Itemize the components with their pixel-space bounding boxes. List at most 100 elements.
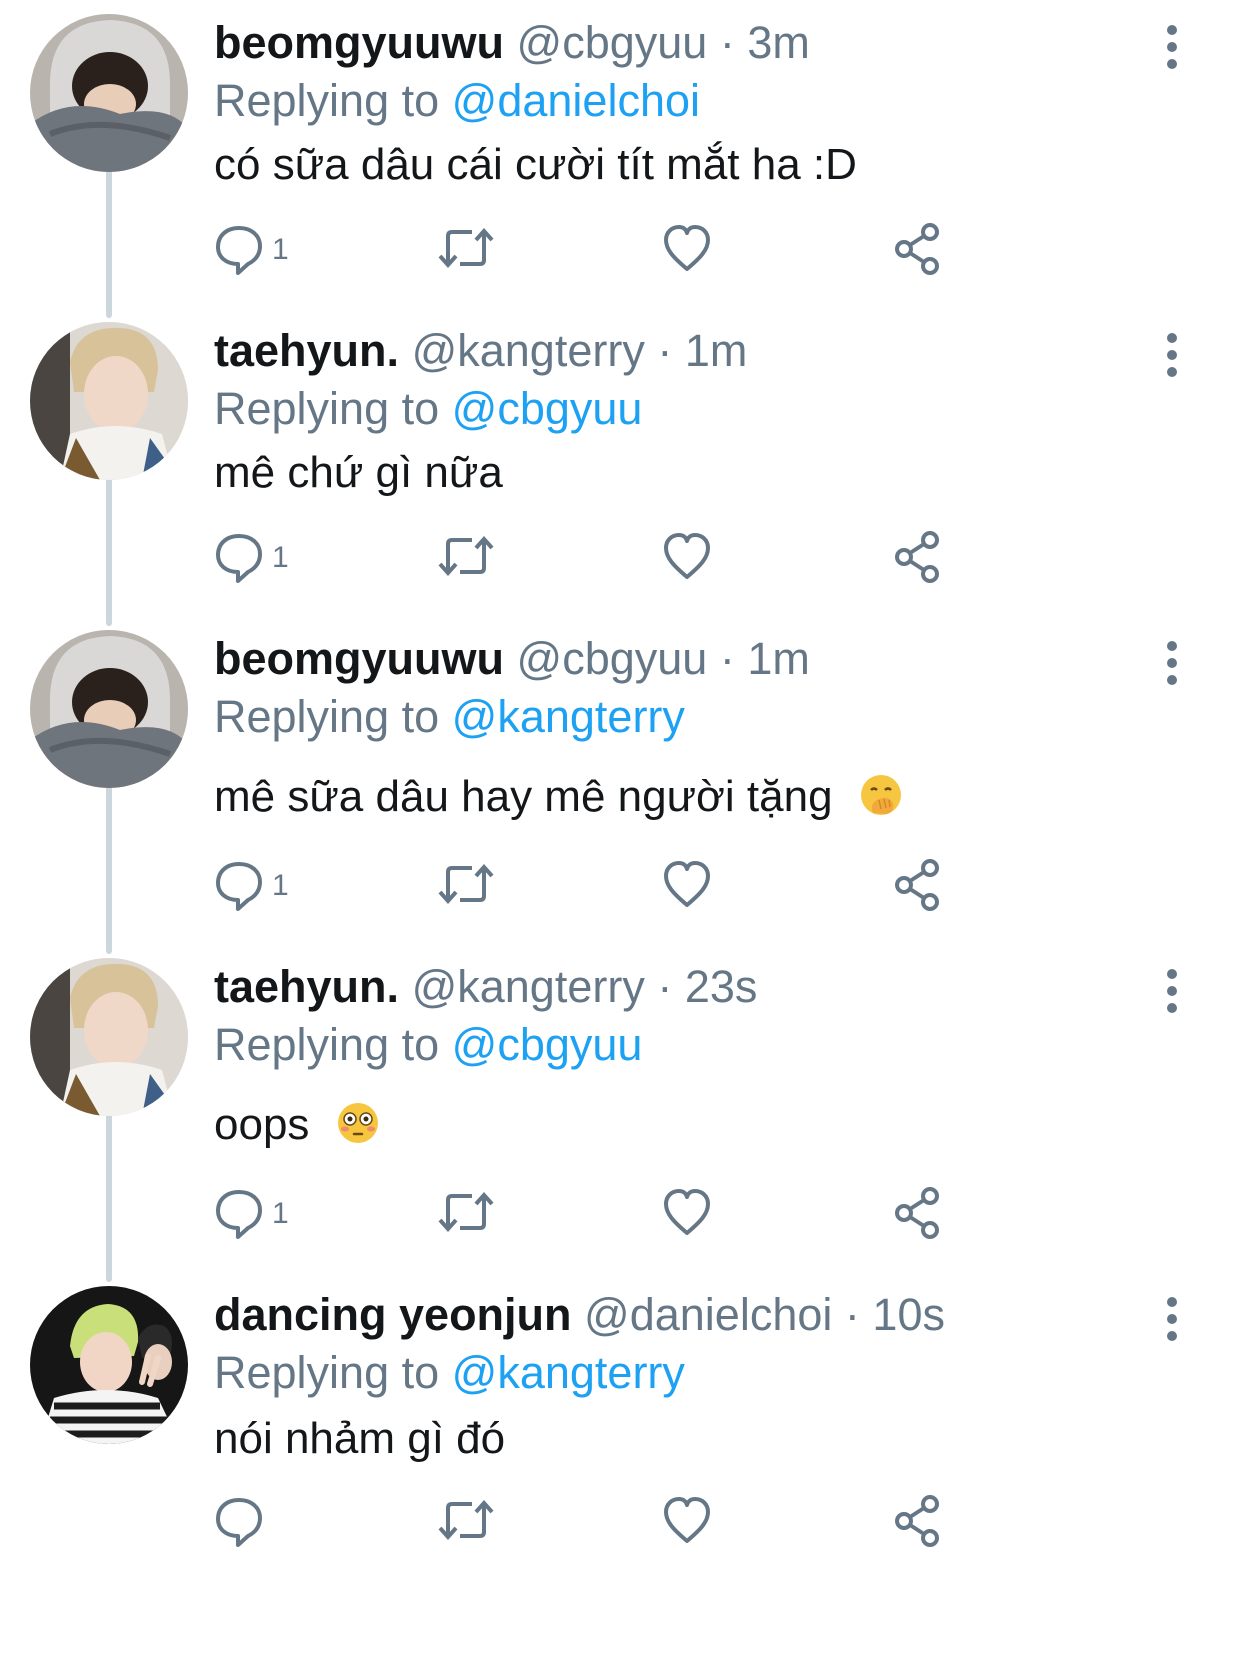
more-options-button[interactable] xyxy=(1158,1294,1186,1344)
tweet[interactable]: beomgyuuwu @cbgyuu · 1m Replying to @kan… xyxy=(0,616,1242,954)
tweet-text: oops xyxy=(214,1096,380,1154)
avatar[interactable] xyxy=(30,322,188,480)
replying-to: Replying to @cbgyuu xyxy=(214,380,642,438)
heart-icon xyxy=(664,861,710,907)
tweet-header: taehyun. @kangterry · 23s xyxy=(214,958,757,1016)
tweet-actions: 1 xyxy=(214,1184,1014,1244)
reply-button[interactable]: 1 xyxy=(214,856,289,916)
display-name[interactable]: beomgyuuwu xyxy=(214,17,504,68)
user-handle[interactable]: @danielchoi xyxy=(584,1289,832,1340)
replying-to: Replying to @danielchoi xyxy=(214,72,700,130)
share-button[interactable] xyxy=(892,856,942,916)
mention-link[interactable]: @cbgyuu xyxy=(452,383,643,434)
reply-button[interactable]: 1 xyxy=(214,220,289,280)
tweet[interactable]: taehyun. @kangterry · 23s Replying to @c… xyxy=(0,944,1242,1282)
retweet-icon xyxy=(438,535,494,577)
mention-link[interactable]: @cbgyuu xyxy=(452,1019,643,1070)
share-button[interactable] xyxy=(892,220,942,280)
separator-dot: · xyxy=(657,325,673,376)
tweet-actions: 1 xyxy=(214,528,1014,588)
like-button[interactable] xyxy=(662,528,712,588)
user-handle[interactable]: @kangterry xyxy=(412,961,645,1012)
user-handle[interactable]: @cbgyuu xyxy=(517,17,708,68)
display-name[interactable]: dancing yeonjun xyxy=(214,1289,572,1340)
retweet-icon xyxy=(438,1191,494,1233)
replying-to-label: Replying to xyxy=(214,691,440,742)
share-icon xyxy=(895,531,939,583)
share-icon xyxy=(895,223,939,275)
reply-icon xyxy=(216,1498,262,1547)
tweet[interactable]: beomgyuuwu @cbgyuu · 3m Replying to @dan… xyxy=(0,0,1242,318)
reply-button[interactable]: 1 xyxy=(214,1184,289,1244)
tweet-text-content: mê chứ gì nữa xyxy=(214,448,503,497)
like-button[interactable] xyxy=(662,1184,712,1244)
more-vertical-icon xyxy=(1167,25,1177,69)
retweet-button[interactable] xyxy=(436,856,496,916)
share-icon xyxy=(895,1495,939,1547)
timestamp[interactable]: 1m xyxy=(685,325,748,376)
mention-link[interactable]: @danielchoi xyxy=(452,75,700,126)
reply-button[interactable] xyxy=(214,1492,264,1552)
timestamp[interactable]: 23s xyxy=(685,961,758,1012)
reply-count: 1 xyxy=(272,869,289,902)
more-options-button[interactable] xyxy=(1158,22,1186,72)
like-button[interactable] xyxy=(662,1492,712,1552)
mention-link[interactable]: @kangterry xyxy=(452,1347,685,1398)
replying-to: Replying to @cbgyuu xyxy=(214,1016,642,1074)
retweet-button[interactable] xyxy=(436,1184,496,1244)
hand-over-mouth-emoji xyxy=(860,775,901,815)
more-vertical-icon xyxy=(1167,1297,1177,1341)
user-handle[interactable]: @kangterry xyxy=(412,325,645,376)
tweet-text: mê chứ gì nữa xyxy=(214,444,503,502)
mention-link[interactable]: @kangterry xyxy=(452,691,685,742)
tweet-actions: 1 xyxy=(214,856,1014,916)
more-options-button[interactable] xyxy=(1158,966,1186,1016)
more-options-button[interactable] xyxy=(1158,638,1186,688)
share-button[interactable] xyxy=(892,1184,942,1244)
avatar[interactable] xyxy=(30,1286,188,1444)
timestamp[interactable]: 3m xyxy=(747,17,810,68)
tweet-text: nói nhảm gì đó xyxy=(214,1410,505,1468)
avatar[interactable] xyxy=(30,630,188,788)
display-name[interactable]: taehyun. xyxy=(214,325,399,376)
avatar[interactable] xyxy=(30,14,188,172)
retweet-button[interactable] xyxy=(436,528,496,588)
more-options-button[interactable] xyxy=(1158,330,1186,380)
tweet-actions xyxy=(214,1492,1014,1552)
more-vertical-icon xyxy=(1167,641,1177,685)
share-button[interactable] xyxy=(892,528,942,588)
heart-icon xyxy=(664,1189,710,1235)
tweet-header: beomgyuuwu @cbgyuu · 1m xyxy=(214,630,810,688)
heart-icon xyxy=(664,533,710,579)
retweet-icon xyxy=(438,863,494,905)
user-handle[interactable]: @cbgyuu xyxy=(517,633,708,684)
reply-icon xyxy=(216,534,262,583)
reply-count: 1 xyxy=(272,233,289,266)
retweet-button[interactable] xyxy=(436,1492,496,1552)
avatar[interactable] xyxy=(30,958,188,1116)
flushed-face-emoji xyxy=(337,1103,378,1143)
more-vertical-icon xyxy=(1167,333,1177,377)
more-vertical-icon xyxy=(1167,969,1177,1013)
replying-to-label: Replying to xyxy=(214,1347,440,1398)
timestamp[interactable]: 10s xyxy=(872,1289,945,1340)
tweet-text-content: oops xyxy=(214,1100,310,1149)
timestamp[interactable]: 1m xyxy=(747,633,810,684)
reply-icon xyxy=(216,862,262,911)
tweet-header: beomgyuuwu @cbgyuu · 3m xyxy=(214,14,810,72)
display-name[interactable]: beomgyuuwu xyxy=(214,633,504,684)
reply-count: 1 xyxy=(272,1197,289,1230)
retweet-button[interactable] xyxy=(436,220,496,280)
replying-to: Replying to @kangterry xyxy=(214,1344,685,1402)
heart-icon xyxy=(664,1497,710,1543)
tweet-text-content: mê sữa dâu hay mê người tặng xyxy=(214,772,833,821)
share-button[interactable] xyxy=(892,1492,942,1552)
reply-icon xyxy=(216,1190,262,1239)
tweet[interactable]: taehyun. @kangterry · 1m Replying to @cb… xyxy=(0,308,1242,626)
like-button[interactable] xyxy=(662,856,712,916)
display-name[interactable]: taehyun. xyxy=(214,961,399,1012)
tweet[interactable]: dancing yeonjun @danielchoi · 10s Replyi… xyxy=(0,1272,1242,1663)
reply-button[interactable]: 1 xyxy=(214,528,289,588)
share-icon xyxy=(895,1187,939,1239)
like-button[interactable] xyxy=(662,220,712,280)
